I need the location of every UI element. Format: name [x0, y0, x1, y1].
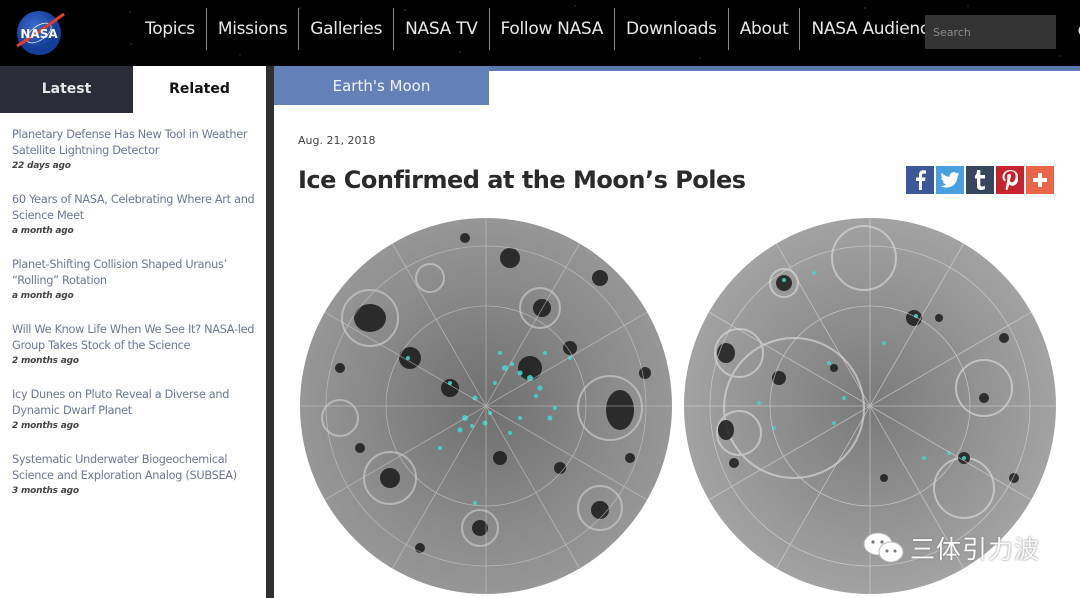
list-item: Planetary Defense Has New Tool in Weathe…	[12, 127, 256, 173]
related-list: Planetary Defense Has New Tool in Weathe…	[0, 113, 266, 498]
site-header: NASA Topics Missions Galleries NASA TV F…	[0, 0, 1080, 66]
svg-text:NASA: NASA	[20, 27, 58, 41]
article-date: Aug. 21, 2018	[298, 134, 376, 147]
wechat-icon	[863, 532, 904, 563]
related-article-link[interactable]: Icy Dunes on Pluto Reveal a Diverse and …	[12, 387, 256, 419]
facebook-icon	[916, 170, 926, 190]
article-title: Ice Confirmed at the Moon’s Poles	[298, 166, 746, 194]
nasa-meatball-icon: NASA	[16, 11, 65, 55]
wechat-watermark: 三体引力波	[862, 530, 1040, 566]
search-box	[925, 15, 1080, 49]
list-item: 60 Years of NASA, Celebrating Where Art …	[12, 192, 256, 238]
related-article-link[interactable]: Will We Know Life When We See It? NASA-l…	[12, 322, 256, 354]
nav-follow-nasa[interactable]: Follow NASA	[490, 8, 615, 50]
list-item: Planet-Shifting Collision Shaped Uranus’…	[12, 257, 256, 303]
nav-about[interactable]: About	[729, 8, 800, 50]
nav-downloads[interactable]: Downloads	[615, 8, 728, 50]
moon-south-pole-image	[300, 218, 672, 594]
related-article-link[interactable]: 60 Years of NASA, Celebrating Where Art …	[12, 192, 256, 224]
tab-related[interactable]: Related	[133, 66, 266, 113]
search-input[interactable]	[925, 15, 1078, 49]
share-bar	[906, 166, 1054, 194]
related-article-time: 22 days ago	[12, 161, 71, 171]
category-tab[interactable]: Earth's Moon	[274, 66, 489, 105]
tumblr-icon	[975, 170, 985, 190]
tab-latest[interactable]: Latest	[0, 66, 133, 113]
watermark-text: 三体引力波	[910, 535, 1041, 564]
list-item: Icy Dunes on Pluto Reveal a Diverse and …	[12, 387, 256, 433]
pinterest-icon	[1002, 170, 1018, 190]
share-more-button[interactable]	[1026, 166, 1054, 194]
share-pinterest-button[interactable]	[996, 166, 1024, 194]
related-article-time: 3 months ago	[12, 486, 79, 496]
related-article-time: a month ago	[12, 226, 74, 236]
related-article-link[interactable]: Systematic Underwater Biogeochemical Sci…	[12, 452, 256, 484]
plus-icon	[1033, 173, 1047, 187]
nav-nasa-tv[interactable]: NASA TV	[394, 8, 488, 50]
share-facebook-button[interactable]	[906, 166, 934, 194]
list-item: Will We Know Life When We See It? NASA-l…	[12, 322, 256, 368]
nav-topics[interactable]: Topics	[134, 8, 206, 50]
related-article-link[interactable]: Planet-Shifting Collision Shaped Uranus’…	[12, 257, 256, 289]
main-nav: Topics Missions Galleries NASA TV Follow…	[134, 8, 959, 50]
share-twitter-button[interactable]	[936, 166, 964, 194]
nasa-logo[interactable]: NASA	[14, 8, 66, 58]
sidebar-scrollbar[interactable]	[266, 66, 274, 598]
related-article-time: 2 months ago	[12, 356, 79, 366]
sidebar: Latest Related Planetary Defense Has New…	[0, 66, 266, 598]
twitter-icon	[940, 172, 960, 188]
article-main: Earth's Moon Aug. 21, 2018 Ice Confirmed…	[274, 66, 1080, 598]
sidebar-tabs: Latest Related	[0, 66, 266, 113]
related-article-link[interactable]: Planetary Defense Has New Tool in Weathe…	[12, 127, 256, 159]
related-article-time: a month ago	[12, 291, 74, 301]
list-item: Systematic Underwater Biogeochemical Sci…	[12, 452, 256, 498]
nav-galleries[interactable]: Galleries	[299, 8, 393, 50]
related-article-time: 2 months ago	[12, 421, 79, 431]
share-tumblr-button[interactable]	[966, 166, 994, 194]
nav-missions[interactable]: Missions	[207, 8, 298, 50]
